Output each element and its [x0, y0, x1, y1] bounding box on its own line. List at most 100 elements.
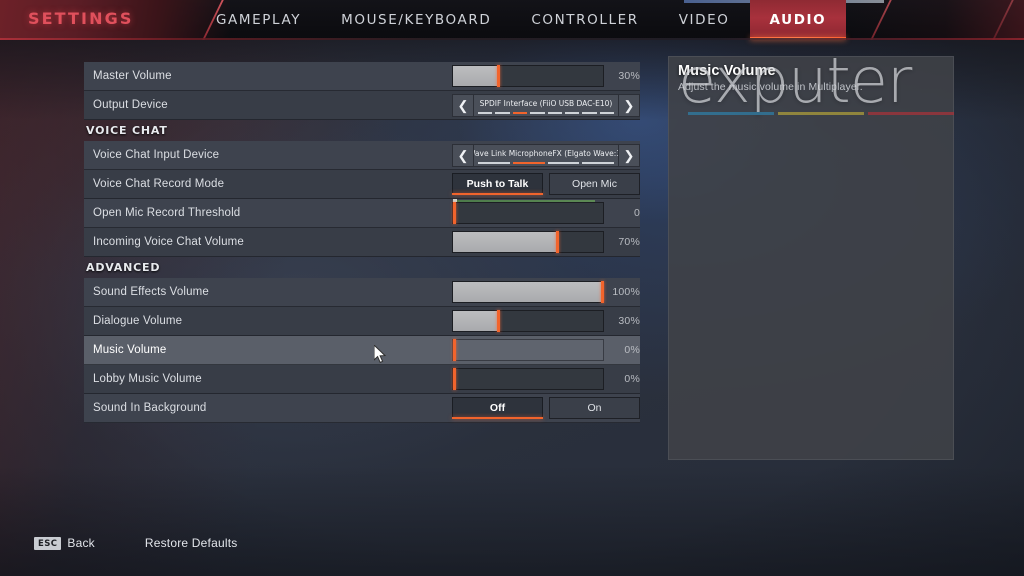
- setting-label: Output Device: [93, 99, 168, 111]
- tab-video[interactable]: VIDEO: [659, 0, 750, 40]
- slider-dialogue-volume[interactable]: 30%: [452, 310, 640, 332]
- toggle-option-push-to-talk[interactable]: Push to Talk: [452, 173, 543, 195]
- setting-label: Open Mic Record Threshold: [93, 207, 241, 219]
- slider-value: 100%: [612, 286, 640, 298]
- info-panel-description: Adjust the music volume in Multiplayer.: [678, 81, 863, 93]
- slider-knob[interactable]: [453, 339, 456, 361]
- section-header-advanced: ADVANCED: [86, 261, 161, 274]
- setting-control: Off On: [452, 394, 640, 422]
- restore-defaults-label: Restore Defaults: [144, 536, 238, 550]
- setting-label: Voice Chat Input Device: [93, 149, 220, 161]
- toggle-option-open-mic[interactable]: Open Mic: [549, 173, 640, 195]
- slider-value: 0: [633, 207, 640, 219]
- setting-row-voice-chat-record-mode[interactable]: Voice Chat Record Mode Push to Talk Open…: [84, 170, 640, 199]
- setting-row-sound-in-background[interactable]: Sound In Background Off On: [84, 394, 640, 423]
- slider-incoming-voice-volume[interactable]: 70%: [452, 231, 640, 253]
- setting-row-music-volume[interactable]: Music Volume 0%: [84, 336, 640, 365]
- setting-row-master-volume[interactable]: Master Volume 30%: [84, 62, 640, 91]
- setting-control: 30%: [452, 62, 640, 90]
- slider-fill: [453, 66, 497, 86]
- dash: [495, 111, 510, 114]
- dash: [547, 161, 580, 164]
- tab-mouse-keyboard[interactable]: MOUSE/KEYBOARD: [321, 0, 511, 40]
- setting-label: Dialogue Volume: [93, 315, 183, 327]
- back-label: Back: [67, 536, 95, 550]
- dash: [530, 111, 545, 114]
- slider-track: [452, 368, 604, 390]
- dash: [582, 161, 614, 164]
- dropdown-page-dashes: [478, 161, 614, 164]
- dropdown-output-device[interactable]: ❮ SPDIF Interface (FiiO USB DAC-E10) ❯: [452, 93, 640, 117]
- top-bar-right-accent: [849, 0, 1024, 40]
- slider-sound-effects-volume[interactable]: 100%: [452, 281, 640, 303]
- section-header-voice-chat: VOICE CHAT: [86, 124, 168, 137]
- setting-label: Music Volume: [93, 344, 167, 356]
- settings-tabs: GAMEPLAY MOUSE/KEYBOARD CONTROLLER VIDEO…: [196, 0, 847, 40]
- setting-info-panel: Music Volume Adjust the music volume in …: [668, 56, 954, 460]
- toggle-sound-in-background: Off On: [452, 397, 640, 419]
- toggle-option-off[interactable]: Off: [452, 397, 543, 419]
- dropdown-voice-input-device[interactable]: ❮ Wave Link MicrophoneFX (Elgato Wave:3)…: [452, 143, 640, 167]
- dash: [478, 161, 510, 164]
- setting-row-voice-chat-input-device[interactable]: Voice Chat Input Device ❮ Wave Link Micr…: [84, 141, 640, 170]
- setting-control: Push to Talk Open Mic: [452, 170, 640, 198]
- dropdown-body[interactable]: Wave Link MicrophoneFX (Elgato Wave:3): [474, 143, 618, 167]
- esc-key-icon: ESC: [34, 536, 62, 550]
- settings-group-general: Master Volume 30% Output Device ❮ SPDIF …: [84, 62, 640, 120]
- dash: [582, 111, 597, 114]
- setting-row-lobby-music-volume[interactable]: Lobby Music Volume 0%: [84, 365, 640, 394]
- dropdown-value: Wave Link MicrophoneFX (Elgato Wave:3): [474, 148, 618, 158]
- toggle-record-mode: Push to Talk Open Mic: [452, 173, 640, 195]
- slider-knob[interactable]: [556, 231, 559, 253]
- setting-control: ❮ SPDIF Interface (FiiO USB DAC-E10) ❯: [452, 91, 640, 119]
- slider-value: 0%: [624, 344, 640, 356]
- slider-knob[interactable]: [497, 310, 500, 332]
- dash: [599, 111, 614, 114]
- top-bar-bottom-line: [0, 38, 1024, 40]
- toggle-option-on[interactable]: On: [549, 397, 640, 419]
- slider-value: 0%: [624, 373, 640, 385]
- setting-label: Master Volume: [93, 70, 172, 82]
- settings-title: SETTINGS: [28, 9, 134, 28]
- setting-label: Incoming Voice Chat Volume: [93, 236, 244, 248]
- chevron-right-icon[interactable]: ❯: [618, 93, 640, 117]
- chevron-right-icon[interactable]: ❯: [618, 143, 640, 167]
- audio-settings-panel: Master Volume 30% Output Device ❮ SPDIF …: [84, 62, 640, 423]
- tab-controller[interactable]: CONTROLLER: [511, 0, 658, 40]
- slider-value: 70%: [618, 236, 640, 248]
- restore-defaults-button[interactable]: Restore Defaults: [145, 536, 238, 550]
- dropdown-body[interactable]: SPDIF Interface (FiiO USB DAC-E10): [474, 93, 618, 117]
- slider-lobby-music-volume[interactable]: 0%: [452, 368, 640, 390]
- setting-row-output-device[interactable]: Output Device ❮ SPDIF Interface (FiiO US…: [84, 91, 640, 120]
- dash: [478, 111, 493, 114]
- slider-fill: [453, 282, 601, 302]
- slider-master-volume[interactable]: 30%: [452, 65, 640, 87]
- slider-knob[interactable]: [453, 202, 456, 224]
- setting-label: Sound In Background: [93, 402, 207, 414]
- setting-row-sound-effects-volume[interactable]: Sound Effects Volume 100%: [84, 278, 640, 307]
- tab-audio[interactable]: AUDIO: [749, 0, 847, 40]
- back-hint[interactable]: ESC Back: [34, 536, 95, 550]
- slider-music-volume[interactable]: 0%: [452, 339, 640, 361]
- setting-row-open-mic-record-threshold[interactable]: Open Mic Record Threshold 0: [84, 199, 640, 228]
- chevron-left-icon[interactable]: ❮: [452, 143, 474, 167]
- slider-track: [452, 339, 604, 361]
- setting-row-incoming-voice-chat-volume[interactable]: Incoming Voice Chat Volume 70%: [84, 228, 640, 257]
- slider-knob[interactable]: [601, 281, 604, 303]
- dash-active: [512, 161, 545, 164]
- slider-value: 30%: [618, 70, 640, 82]
- slider-open-mic-threshold[interactable]: 0: [452, 199, 640, 224]
- setting-control: 0%: [452, 365, 640, 393]
- slider-fill: [453, 232, 556, 252]
- chevron-left-icon[interactable]: ❮: [452, 93, 474, 117]
- slider-knob[interactable]: [497, 65, 500, 87]
- slider-knob[interactable]: [453, 368, 456, 390]
- setting-control: 30%: [452, 307, 640, 335]
- settings-group-voice-chat: Voice Chat Input Device ❮ Wave Link Micr…: [84, 141, 640, 257]
- dash: [564, 111, 580, 114]
- setting-label: Voice Chat Record Mode: [93, 178, 225, 190]
- setting-control: 100%: [452, 278, 640, 306]
- tab-gameplay[interactable]: GAMEPLAY: [196, 0, 321, 40]
- setting-label: Lobby Music Volume: [93, 373, 202, 385]
- setting-row-dialogue-volume[interactable]: Dialogue Volume 30%: [84, 307, 640, 336]
